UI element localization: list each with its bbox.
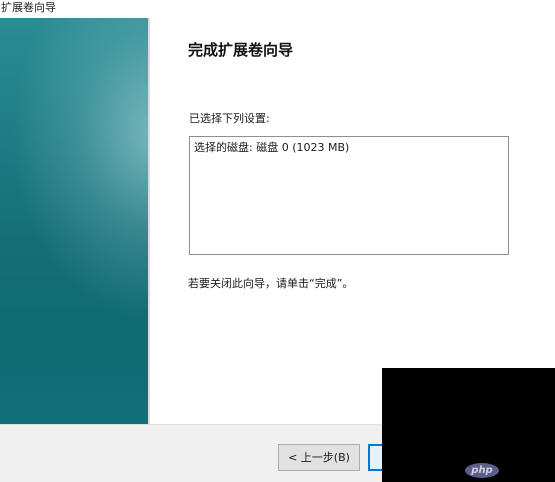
page-title: 完成扩展卷向导 [188, 41, 294, 59]
banner-divider [148, 18, 150, 424]
php-watermark-text: php [471, 465, 493, 476]
finish-instruction-text: 若要关闭此向导，请单击“完成”。 [188, 277, 354, 290]
title-bar: 扩展卷向导 [0, 0, 555, 18]
settings-label: 已选择下列设置: [189, 112, 270, 125]
back-button[interactable]: < 上一步(B) [278, 444, 360, 471]
window-title: 扩展卷向导 [1, 1, 56, 14]
wizard-banner-image [0, 18, 148, 424]
php-watermark-logo: php [465, 463, 499, 478]
settings-summary-box[interactable]: 选择的磁盘: 磁盘 0 (1023 MB) [189, 136, 509, 255]
selected-disk-line: 选择的磁盘: 磁盘 0 (1023 MB) [194, 141, 350, 154]
wizard-window: 扩展卷向导 完成扩展卷向导 已选择下列设置: 选择的磁盘: 磁盘 0 (1023… [0, 0, 555, 482]
